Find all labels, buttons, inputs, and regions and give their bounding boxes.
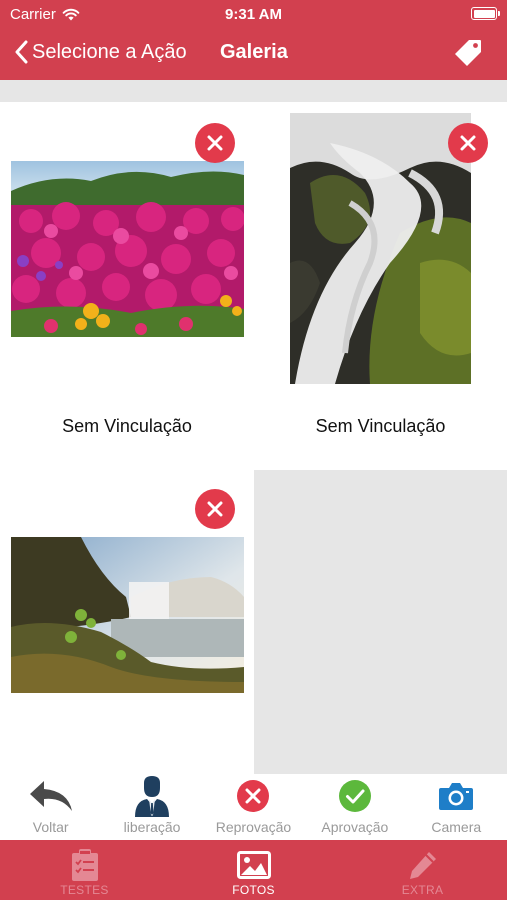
liberacao-label: liberação (123, 819, 181, 835)
status-time: 9:31 AM (225, 6, 282, 23)
top-divider (0, 80, 507, 102)
tab-fotos-label: FOTOS (232, 883, 275, 897)
tab-fotos[interactable]: FOTOS (169, 840, 338, 900)
reprovacao-button[interactable]: Reprovação (203, 774, 304, 840)
photo-caption: Sem Vinculação (62, 416, 192, 436)
app-header: Carrier 9:31 AM Selecione a Ação Galeria (0, 0, 507, 80)
waterfall-rocks-photo[interactable] (290, 113, 471, 384)
tab-bar: TESTES FOTOS EXTRA (0, 840, 507, 900)
gallery-item[interactable]: Sem Vinculação (254, 102, 507, 470)
action-toolbar: Voltar liberação Reprovação Aprovação Ca… (0, 774, 507, 840)
status-bar: Carrier 9:31 AM (0, 0, 507, 28)
camera-label: Camera (431, 819, 482, 835)
tab-testes-label: TESTES (60, 883, 109, 897)
green-check-circle-icon (338, 774, 372, 818)
close-icon (207, 135, 223, 151)
remove-photo-button[interactable] (448, 123, 488, 163)
camera-icon (438, 774, 474, 818)
aprovacao-button[interactable]: Aprovação (304, 774, 405, 840)
empty-gallery-cell (254, 470, 507, 774)
remove-photo-button[interactable] (195, 123, 235, 163)
battery-icon (471, 7, 500, 20)
tag-button[interactable] (453, 38, 483, 73)
voltar-button[interactable]: Voltar (0, 774, 101, 840)
chevron-left-icon (15, 40, 28, 64)
red-x-circle-icon (236, 774, 270, 818)
image-icon (236, 847, 271, 883)
back-button[interactable]: Selecione a Ação (14, 40, 187, 64)
gallery-item[interactable]: Sem Vinculação (0, 102, 254, 470)
close-icon (460, 135, 476, 151)
clipboard-icon (69, 847, 101, 883)
photo-caption: Sem Vinculação (315, 416, 446, 436)
remove-photo-button[interactable] (195, 489, 235, 529)
page-title: Galeria (220, 41, 288, 63)
aprovacao-label: Aprovação (321, 819, 389, 835)
tab-extra-label: EXTRA (401, 883, 444, 897)
person-suit-icon (133, 774, 171, 818)
gallery-item[interactable] (0, 470, 254, 774)
tag-icon (455, 40, 481, 66)
pink-flower-field-photo[interactable] (11, 161, 244, 337)
navigation-bar: Selecione a Ação Galeria (0, 28, 507, 80)
pencil-icon (407, 847, 439, 883)
waterfall-landscape-photo[interactable] (11, 537, 244, 693)
tab-testes[interactable]: TESTES (0, 840, 169, 900)
close-icon (207, 501, 223, 517)
back-label: Selecione a Ação (32, 40, 187, 63)
voltar-label: Voltar (32, 819, 69, 835)
reprovacao-label: Reprovação (215, 819, 292, 835)
tab-extra[interactable]: EXTRA (338, 840, 507, 900)
undo-arrow-icon (28, 774, 74, 818)
camera-button[interactable]: Camera (406, 774, 507, 840)
liberacao-button[interactable]: liberação (102, 774, 203, 840)
